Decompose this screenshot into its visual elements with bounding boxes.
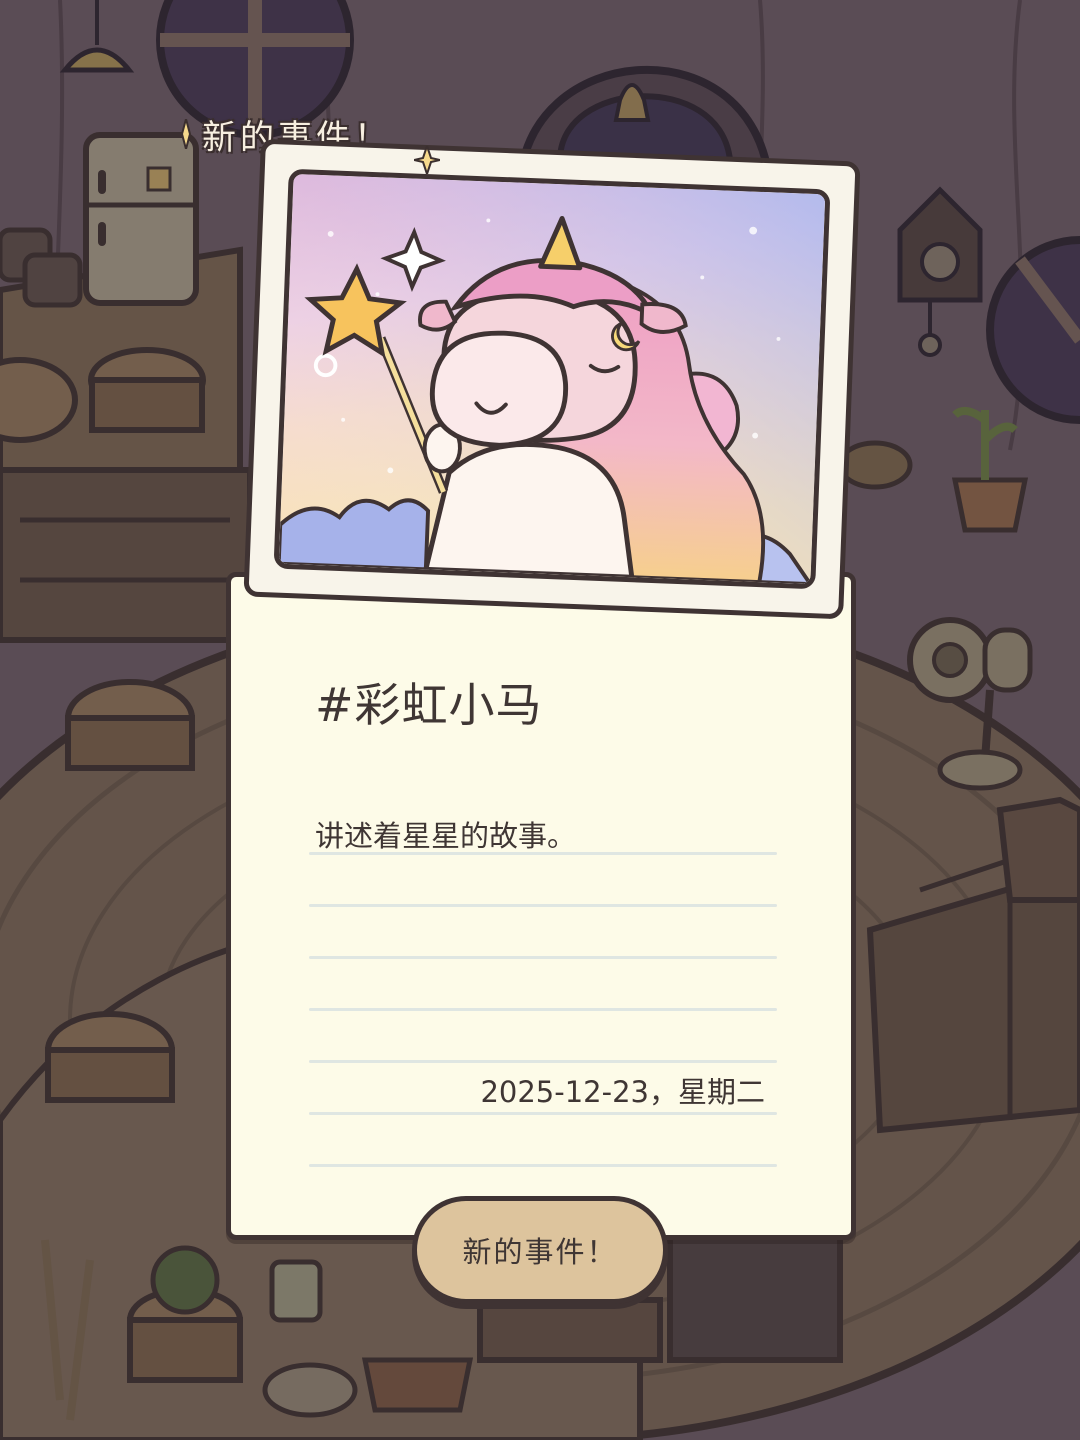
new-event-button[interactable]: 新的事件！ — [412, 1196, 668, 1304]
sparkle-icon — [414, 146, 440, 174]
note-line — [309, 1164, 777, 1167]
sparkle-icon — [180, 119, 192, 149]
note-line — [309, 1112, 777, 1115]
note-line — [309, 904, 777, 907]
note-line — [309, 852, 777, 855]
event-description: 讲述着星星的故事。 — [315, 819, 577, 853]
photo-image — [273, 168, 831, 590]
event-title: #彩虹小马 — [315, 678, 543, 732]
note-line — [309, 1060, 777, 1063]
note-line — [309, 956, 777, 959]
note-line — [309, 1008, 777, 1011]
event-note-card: #彩虹小马 讲述着星星的故事。 2025-12-23，星期二 — [226, 572, 856, 1240]
new-event-button-label: 新的事件！ — [462, 1235, 618, 1269]
event-photo — [243, 138, 861, 620]
event-date: 2025-12-23，星期二 — [480, 1075, 765, 1109]
